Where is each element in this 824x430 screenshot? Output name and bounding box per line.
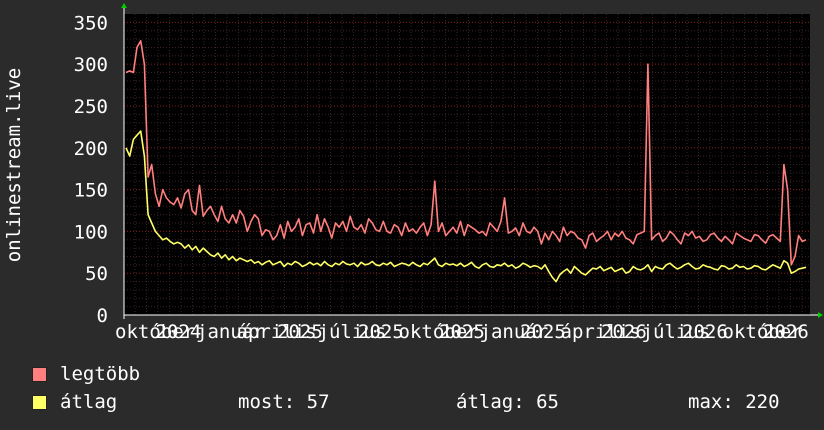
x-tick-label: 2026 <box>763 321 809 343</box>
y-tick-label: 100 <box>74 221 108 243</box>
legend-label: legtöbb <box>60 363 141 385</box>
x-axis-arrow-icon <box>818 312 823 318</box>
x-tick-label: 2025 <box>520 321 566 343</box>
x-tick-label: 2025 <box>277 321 323 343</box>
y-tick-label: 0 <box>97 305 108 327</box>
y-tick-label: 250 <box>74 96 108 118</box>
y-axis-label: onlinestream.live <box>3 68 25 262</box>
x-tick-label: 2026 <box>682 321 728 343</box>
chart: 0 50 100 150 200 250 300 350 október2024januárá… <box>3 3 823 343</box>
stat-most: most: 57 <box>238 391 330 413</box>
legend-swatch-icon <box>32 394 47 410</box>
x-tick-label: 2024 <box>156 321 202 343</box>
y-tick-labels: 0 50 100 150 200 250 300 350 <box>74 12 108 327</box>
stat-atlag: átlag: 65 <box>456 391 559 413</box>
x-tick-label: 2026 <box>601 321 647 343</box>
legend-item-legtobb: legtöbb <box>32 363 140 385</box>
legend-item-atlag: átlag <box>32 391 117 413</box>
x-tick-label: 2025 <box>358 321 404 343</box>
x-tick-label: 2025 <box>439 321 485 343</box>
y-axis-arrow-icon <box>121 3 127 8</box>
x-tick-labels: október2024januáráprilis2025július2025ok… <box>115 321 809 343</box>
legend-swatch-icon <box>32 366 47 382</box>
y-tick-label: 50 <box>85 263 108 285</box>
y-tick-label: 150 <box>74 180 108 202</box>
y-tick-label: 350 <box>74 12 108 34</box>
y-tick-label: 200 <box>74 138 108 160</box>
legend-label: átlag <box>60 391 118 413</box>
stat-max: max: 220 <box>688 391 780 413</box>
y-tick-label: 300 <box>74 54 108 76</box>
